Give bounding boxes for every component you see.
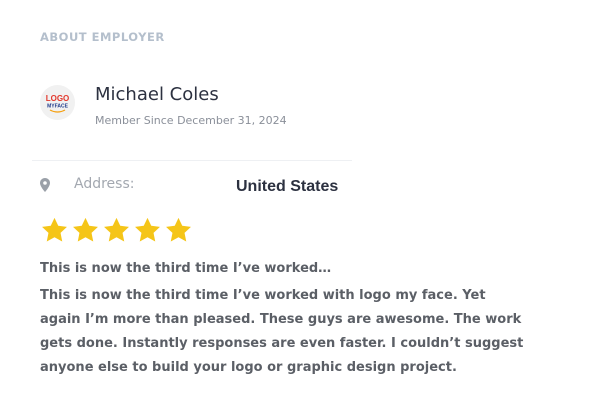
section-title: ABOUT EMPLOYER bbox=[40, 30, 165, 44]
divider bbox=[32, 160, 352, 161]
star-icon bbox=[164, 216, 193, 245]
logo-text-line2: MYFACE bbox=[47, 104, 69, 110]
employer-avatar: LOGO MYFACE bbox=[40, 85, 75, 120]
star-icon bbox=[71, 216, 100, 245]
employer-name: Michael Coles bbox=[95, 84, 219, 105]
review-title: This is now the third time I’ve worked… bbox=[40, 261, 332, 276]
map-pin-icon bbox=[40, 178, 50, 192]
logo-icon: LOGO MYFACE bbox=[40, 85, 75, 120]
member-since: Member Since December 31, 2024 bbox=[95, 114, 287, 127]
address-label: Address: bbox=[74, 176, 135, 192]
review-body: This is now the third time I’ve worked w… bbox=[40, 288, 524, 375]
star-icon bbox=[133, 216, 162, 245]
address-value: United States bbox=[236, 178, 339, 195]
rating-stars bbox=[40, 216, 193, 245]
star-icon bbox=[102, 216, 131, 245]
star-icon bbox=[40, 216, 69, 245]
logo-text-line1: LOGO bbox=[46, 94, 70, 103]
